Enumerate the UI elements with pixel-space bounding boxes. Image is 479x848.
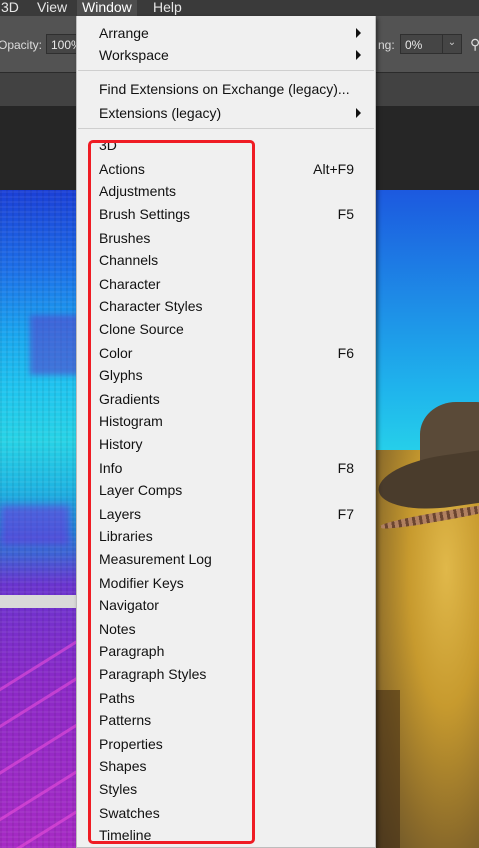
- menu-item-label: Gradients: [99, 391, 160, 407]
- menu-item-layers[interactable]: Layers F7: [99, 503, 367, 525]
- menu-view[interactable]: View: [32, 0, 72, 16]
- menu-item-notes[interactable]: Notes: [99, 618, 367, 640]
- menu-separator: [78, 128, 374, 129]
- flow-value: 0%: [405, 38, 423, 52]
- menu-3d[interactable]: 3D: [0, 0, 24, 16]
- menu-item-label: Shapes: [99, 758, 147, 774]
- submenu-arrow-icon: [356, 50, 361, 60]
- menu-item-adjustments[interactable]: Adjustments: [99, 180, 367, 202]
- menu-item-libraries[interactable]: Libraries: [99, 525, 367, 547]
- menu-item-label: Notes: [99, 621, 136, 637]
- menu-item-patterns[interactable]: Patterns: [99, 709, 367, 731]
- menu-item-label: Paragraph Styles: [99, 666, 207, 682]
- menu-item-label: Swatches: [99, 805, 160, 821]
- menu-item-label: Character: [99, 276, 161, 292]
- menu-item-label: Layers: [99, 506, 142, 522]
- menu-item-properties[interactable]: Properties: [99, 733, 367, 755]
- menu-item-3d[interactable]: 3D: [99, 134, 367, 156]
- menu-item-paths[interactable]: Paths: [99, 687, 367, 709]
- menu-item-label: Color: [99, 345, 133, 361]
- menu-item-character[interactable]: Character: [99, 273, 367, 295]
- menu-item-brushes[interactable]: Brushes: [99, 227, 367, 249]
- menu-item-modifier-keys[interactable]: Modifier Keys: [99, 572, 367, 594]
- menu-item-shortcut: F5: [337, 206, 354, 222]
- menu-item-label: Brushes: [99, 230, 151, 246]
- menu-item-label: Layer Comps: [99, 482, 183, 498]
- menu-item-color[interactable]: Color F6: [99, 342, 367, 364]
- menu-item-actions[interactable]: Actions Alt+F9: [99, 158, 367, 180]
- menu-separator: [78, 70, 374, 71]
- menu-item-shortcut: F8: [337, 460, 354, 476]
- menu-item-channels[interactable]: Channels: [99, 249, 367, 271]
- menu-item-label: Properties: [99, 736, 163, 752]
- window-menu-dropdown: Arrange Workspace Find Extensions on Exc…: [76, 16, 376, 848]
- menu-item-label: Arrange: [99, 25, 149, 41]
- menu-item-find-extensions[interactable]: Find Extensions on Exchange (legacy)...: [99, 78, 367, 100]
- menu-item-styles[interactable]: Styles: [99, 778, 367, 800]
- menu-item-label: Styles: [99, 781, 138, 797]
- menu-item-label: Libraries: [99, 528, 153, 544]
- menu-item-label: Brush Settings: [99, 206, 191, 222]
- menu-item-label: 3D: [99, 137, 117, 153]
- submenu-arrow-icon: [356, 28, 361, 38]
- menu-item-measurement-log[interactable]: Measurement Log: [99, 548, 367, 570]
- menu-item-label: Clone Source: [99, 321, 184, 337]
- menu-item-clone-source[interactable]: Clone Source: [99, 318, 367, 340]
- submenu-arrow-icon: [356, 108, 361, 118]
- menu-item-glyphs[interactable]: Glyphs: [99, 364, 367, 386]
- menu-item-workspace[interactable]: Workspace: [99, 44, 367, 66]
- menu-bar: 3D View Window Help: [0, 0, 479, 16]
- menu-item-label: Paragraph: [99, 643, 165, 659]
- menu-item-label: History: [99, 436, 143, 452]
- menu-item-timeline[interactable]: Timeline: [99, 824, 367, 846]
- menu-item-paragraph[interactable]: Paragraph: [99, 640, 367, 662]
- menu-item-paragraph-styles[interactable]: Paragraph Styles: [99, 663, 367, 685]
- menu-item-label: Paths: [99, 690, 135, 706]
- menu-item-label: Glyphs: [99, 367, 143, 383]
- menu-item-shortcut: F7: [337, 506, 354, 522]
- menu-window[interactable]: Window: [77, 0, 137, 16]
- menu-item-layer-comps[interactable]: Layer Comps: [99, 479, 367, 501]
- menu-item-shapes[interactable]: Shapes: [99, 755, 367, 777]
- menu-item-label: Measurement Log: [99, 551, 212, 567]
- menu-item-label: Channels: [99, 252, 159, 268]
- menu-item-label: Extensions (legacy): [99, 105, 222, 121]
- menu-item-label: Timeline: [99, 827, 152, 843]
- menu-item-navigator[interactable]: Navigator: [99, 594, 367, 616]
- menu-item-histogram[interactable]: Histogram: [99, 410, 367, 432]
- menu-item-label: Actions: [99, 161, 145, 177]
- menu-item-label: Patterns: [99, 712, 152, 728]
- flow-field[interactable]: 0% ⌄: [400, 34, 462, 54]
- menu-item-character-styles[interactable]: Character Styles: [99, 295, 367, 317]
- flow-label: ng:: [378, 38, 395, 52]
- menu-item-label: Histogram: [99, 413, 163, 429]
- settings-icon[interactable]: ⚲: [470, 36, 479, 53]
- canvas-texture: [0, 505, 70, 545]
- menu-item-gradients[interactable]: Gradients: [99, 388, 367, 410]
- menu-item-brush-settings[interactable]: Brush Settings F5: [99, 203, 367, 225]
- menu-item-swatches[interactable]: Swatches: [99, 802, 367, 824]
- menu-item-label: Modifier Keys: [99, 575, 184, 591]
- menu-item-label: Adjustments: [99, 183, 177, 199]
- canvas-photo: [370, 190, 479, 848]
- menu-help[interactable]: Help: [148, 0, 187, 16]
- menu-item-label: Workspace: [99, 47, 169, 63]
- menu-item-label: Character Styles: [99, 298, 203, 314]
- menu-item-shortcut: Alt+F9: [313, 161, 354, 177]
- menu-item-label: Navigator: [99, 597, 159, 613]
- menu-item-extensions[interactable]: Extensions (legacy): [99, 102, 367, 124]
- menu-item-label: Info: [99, 460, 123, 476]
- menu-item-history[interactable]: History: [99, 433, 367, 455]
- canvas-band: [0, 595, 76, 608]
- menu-item-info[interactable]: Info F8: [99, 457, 367, 479]
- menu-item-arrange[interactable]: Arrange: [99, 22, 367, 44]
- menu-item-shortcut: F6: [337, 345, 354, 361]
- opacity-label: Opacity:: [0, 38, 43, 52]
- chevron-down-icon[interactable]: ⌄: [442, 35, 461, 53]
